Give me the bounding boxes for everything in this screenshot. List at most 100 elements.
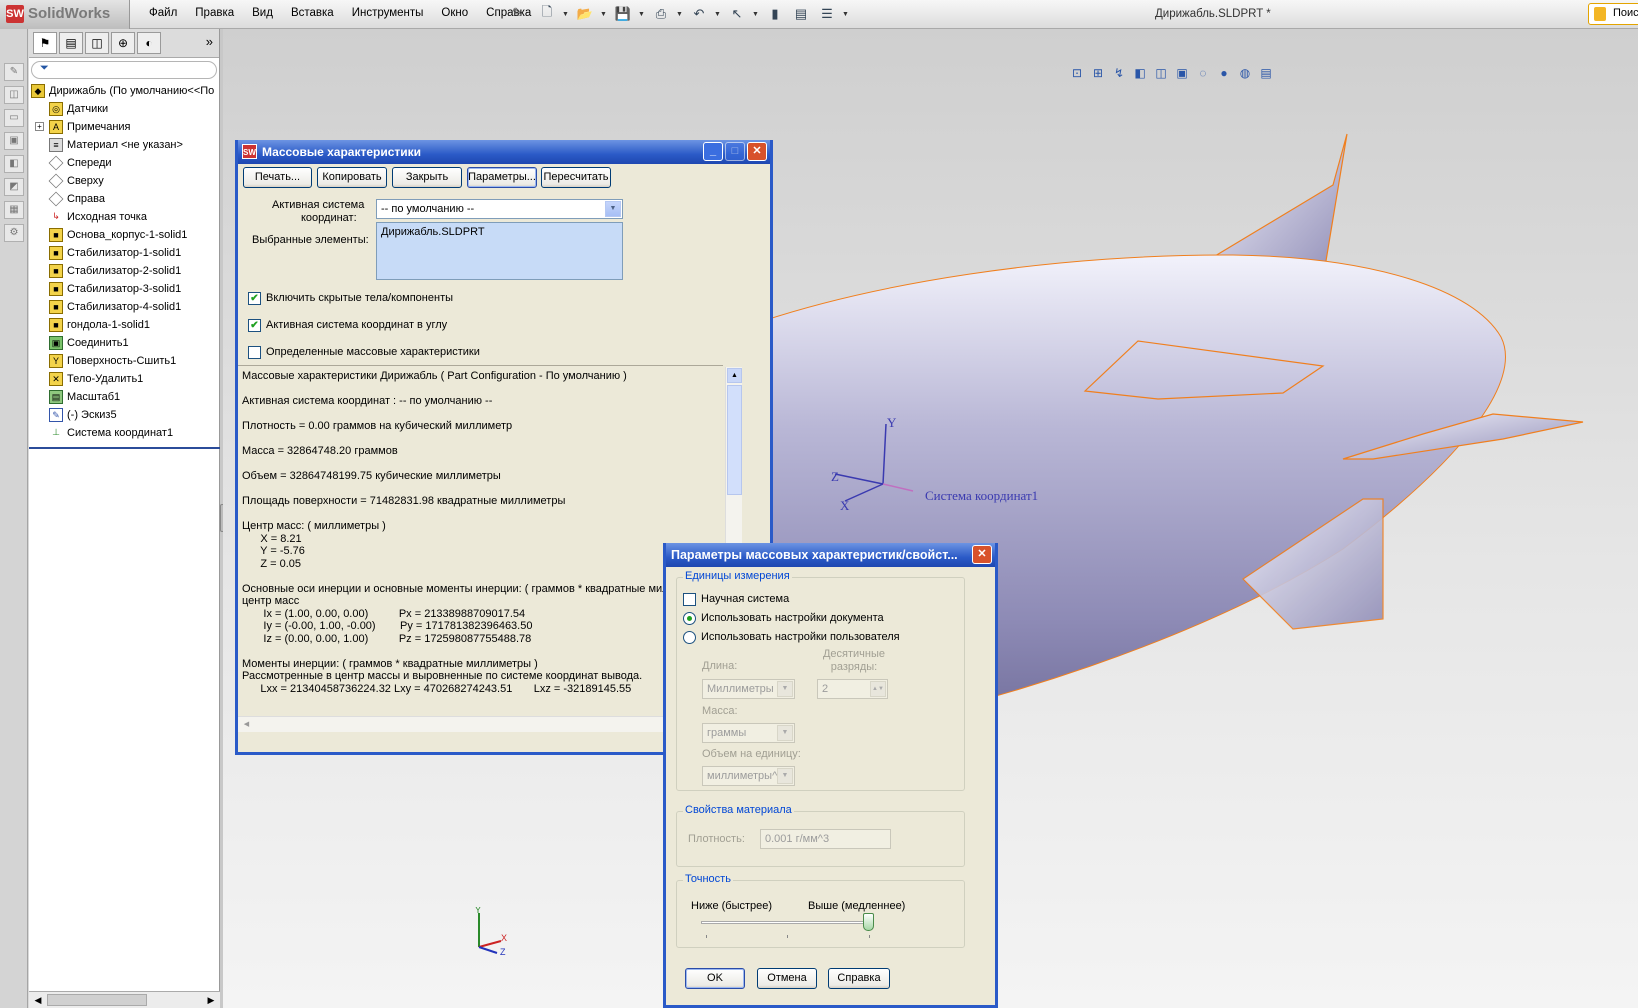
- tree-item-right-plane[interactable]: Справа: [29, 190, 219, 208]
- tree-item-stabilizer-1[interactable]: ■ Стабилизатор-1-solid1: [29, 244, 219, 262]
- scroll-right-icon[interactable]: ▶: [204, 993, 218, 1007]
- cancel-button[interactable]: Отмена: [757, 968, 817, 989]
- chevron-down-icon[interactable]: ▼: [842, 4, 850, 24]
- tree-item-body[interactable]: ■ Основа_корпус-1-solid1: [29, 226, 219, 244]
- copy-button[interactable]: Копировать: [317, 167, 387, 188]
- checkbox-checked-icon[interactable]: ✔: [248, 319, 261, 332]
- coordinate-system-label[interactable]: Система координат1: [925, 488, 1038, 504]
- save-icon[interactable]: 💾: [612, 4, 634, 24]
- print-button[interactable]: Печать...: [243, 167, 312, 188]
- tree-item-coordinate-system[interactable]: ⊥ Система координат1: [29, 424, 219, 442]
- scroll-thumb[interactable]: [727, 385, 742, 495]
- rollback-bar[interactable]: [29, 447, 220, 449]
- scientific-checkbox[interactable]: Научная система: [683, 593, 789, 606]
- app-logo[interactable]: SW SolidWorks: [0, 0, 130, 29]
- open-folder-icon[interactable]: ▭: [4, 109, 24, 127]
- checkbox-checked-icon[interactable]: ✔: [248, 292, 261, 305]
- sketch-tool-icon[interactable]: ✎: [4, 63, 24, 81]
- tree-item-scale[interactable]: ▤ Масштаб1: [29, 388, 219, 406]
- print-icon[interactable]: ⎙: [650, 4, 672, 24]
- horizontal-scrollbar[interactable]: ◀ ▶: [29, 991, 220, 1008]
- tree-filter-field[interactable]: ⏷: [31, 61, 217, 79]
- radio-unselected-icon[interactable]: [683, 631, 696, 644]
- accuracy-slider-track[interactable]: [701, 921, 871, 924]
- new-document-icon[interactable]: 🗋: [536, 4, 558, 24]
- undo-icon[interactable]: ↶: [688, 4, 710, 24]
- tree-item-gondola[interactable]: ■ гондола-1-solid1: [29, 316, 219, 334]
- menu-insert[interactable]: Вставка: [282, 7, 343, 19]
- tree-item-material[interactable]: ≡ Материал <не указан>: [29, 136, 219, 154]
- tree-item-top-plane[interactable]: Сверху: [29, 172, 219, 190]
- extrude-icon[interactable]: ▣: [4, 132, 24, 150]
- rebuild-icon[interactable]: ▮: [764, 4, 786, 24]
- file-properties-icon[interactable]: ▤: [790, 4, 812, 24]
- tree-item-delete-body[interactable]: ✕ Тело-Удалить1: [29, 370, 219, 388]
- tree-item-front-plane[interactable]: Спереди: [29, 154, 219, 172]
- results-horizontal-scrollbar[interactable]: ◀: [238, 716, 725, 732]
- override-mass-checkbox[interactable]: Определенные массовые характеристики: [248, 346, 480, 359]
- tree-item-stabilizer-2[interactable]: ■ Стабилизатор-2-solid1: [29, 262, 219, 280]
- close-button[interactable]: Закрыть: [392, 167, 462, 188]
- fillet-icon[interactable]: ◩: [4, 178, 24, 196]
- help-button[interactable]: Справка: [828, 968, 890, 989]
- chevron-down-icon[interactable]: ▼: [600, 4, 608, 24]
- checkbox-unchecked-icon[interactable]: [248, 346, 261, 359]
- scroll-left-icon[interactable]: ◀: [31, 993, 45, 1007]
- display-manager-tab-icon[interactable]: ◐: [137, 32, 161, 54]
- tree-item-annotations[interactable]: + A Примечания: [29, 118, 219, 136]
- scroll-left-icon[interactable]: ◀: [239, 718, 254, 732]
- coordinate-corner-checkbox[interactable]: ✔ Активная система координат в углу: [248, 319, 447, 332]
- tree-item-combine[interactable]: ▣ Соединить1: [29, 334, 219, 352]
- minimize-icon[interactable]: _: [703, 142, 723, 161]
- mass-dialog-titlebar[interactable]: SW Массовые характеристики _ □ ✕: [238, 140, 770, 164]
- revolve-icon[interactable]: ◧: [4, 155, 24, 173]
- menu-file[interactable]: Файл: [140, 7, 186, 19]
- tree-item-part[interactable]: ◆ Дирижабль (По умолчанию<<По: [29, 82, 219, 100]
- select-cursor-icon[interactable]: ↖: [726, 4, 748, 24]
- chevron-down-icon[interactable]: ▼: [638, 4, 646, 24]
- tree-item-origin[interactable]: ↳ Исходная точка: [29, 208, 219, 226]
- chevron-down-icon[interactable]: ▼: [714, 4, 722, 24]
- tree-item-surface-knit[interactable]: Y Поверхность-Сшить1: [29, 352, 219, 370]
- use-document-settings-radio[interactable]: Использовать настройки документа: [683, 612, 884, 625]
- tree-item-sensors[interactable]: ◎ Датчики: [29, 100, 219, 118]
- tree-item-stabilizer-3[interactable]: ■ Стабилизатор-3-solid1: [29, 280, 219, 298]
- feature-tree-tab-icon[interactable]: ⚑: [33, 32, 57, 54]
- radio-selected-icon[interactable]: [683, 612, 696, 625]
- menu-edit[interactable]: Правка: [186, 7, 243, 19]
- chevron-down-icon[interactable]: ▼: [605, 201, 621, 217]
- chevron-right-double-icon[interactable]: »: [206, 32, 213, 57]
- use-user-settings-radio[interactable]: Использовать настройки пользователя: [683, 631, 900, 644]
- scroll-up-icon[interactable]: ▲: [727, 368, 742, 383]
- menu-help[interactable]: Справка: [477, 7, 540, 19]
- selected-item[interactable]: Дирижабль.SLDPRT: [381, 226, 485, 238]
- configuration-manager-tab-icon[interactable]: ◫: [85, 32, 109, 54]
- search-box[interactable]: Поиск: [1588, 3, 1638, 25]
- scroll-thumb[interactable]: [47, 994, 147, 1006]
- options-icon[interactable]: ☰: [816, 4, 838, 24]
- checkbox-unchecked-icon[interactable]: [683, 593, 696, 606]
- menu-window[interactable]: Окно: [432, 7, 477, 19]
- menu-view[interactable]: Вид: [243, 7, 282, 19]
- ok-button[interactable]: OK: [685, 968, 745, 989]
- chevron-down-icon[interactable]: ▼: [676, 4, 684, 24]
- options-dialog-titlebar[interactable]: Параметры массовых характеристик/свойст.…: [666, 543, 995, 567]
- mirror-icon[interactable]: ⚙: [4, 224, 24, 242]
- dimxpert-tab-icon[interactable]: ⊕: [111, 32, 135, 54]
- close-icon[interactable]: ✕: [972, 545, 992, 564]
- accuracy-slider-thumb[interactable]: [863, 913, 874, 931]
- mass-results-text[interactable]: Массовые характеристики Дирижабль ( Part…: [238, 365, 723, 717]
- open-folder-icon[interactable]: 📂: [574, 4, 596, 24]
- smart-dimension-icon[interactable]: ◫: [4, 86, 24, 104]
- options-button[interactable]: Параметры...: [467, 167, 537, 188]
- tree-item-sketch[interactable]: ✎ (-) Эскиз5: [29, 406, 219, 424]
- menu-tools[interactable]: Инструменты: [343, 7, 433, 19]
- include-hidden-checkbox[interactable]: ✔ Включить скрытые тела/компоненты: [248, 292, 453, 305]
- expand-icon[interactable]: +: [35, 122, 44, 131]
- chevron-down-icon[interactable]: ▼: [562, 4, 570, 24]
- tree-item-stabilizer-4[interactable]: ■ Стабилизатор-4-solid1: [29, 298, 219, 316]
- pin-icon[interactable]: ✎: [512, 5, 523, 21]
- property-manager-tab-icon[interactable]: ▤: [59, 32, 83, 54]
- chevron-down-icon[interactable]: ▼: [752, 4, 760, 24]
- selected-items-list[interactable]: Дирижабль.SLDPRT: [376, 222, 623, 280]
